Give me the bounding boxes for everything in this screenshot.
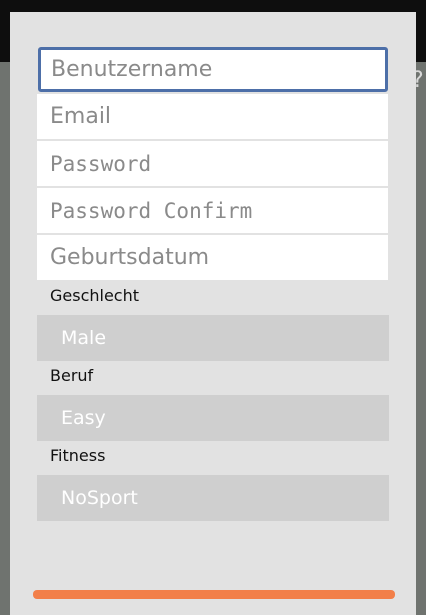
password-confirm-field[interactable]: Password Confirm	[37, 188, 388, 233]
fitness-value: NoSport	[61, 487, 138, 509]
username-field[interactable]: Benutzername	[38, 47, 388, 92]
password-confirm-placeholder: Password Confirm	[50, 198, 253, 223]
email-placeholder: Email	[50, 104, 112, 129]
registration-dialog: Benutzername Email Password Password Con…	[10, 12, 416, 615]
password-field[interactable]: Password	[37, 141, 388, 186]
fitness-label: Fitness	[50, 446, 106, 465]
job-label: Beruf	[50, 366, 94, 385]
birthdate-placeholder: Geburtsdatum	[50, 245, 210, 270]
gender-label: Geschlecht	[50, 286, 140, 305]
email-field[interactable]: Email	[37, 94, 388, 139]
password-placeholder: Password	[50, 151, 152, 176]
gender-select[interactable]: Male	[37, 315, 389, 361]
submit-bar[interactable]	[33, 590, 395, 599]
job-select[interactable]: Easy	[37, 395, 389, 441]
gender-value: Male	[61, 327, 107, 349]
job-value: Easy	[61, 407, 106, 429]
username-placeholder: Benutzername	[51, 57, 213, 82]
birthdate-field[interactable]: Geburtsdatum	[37, 235, 388, 280]
fitness-select[interactable]: NoSport	[37, 475, 389, 521]
